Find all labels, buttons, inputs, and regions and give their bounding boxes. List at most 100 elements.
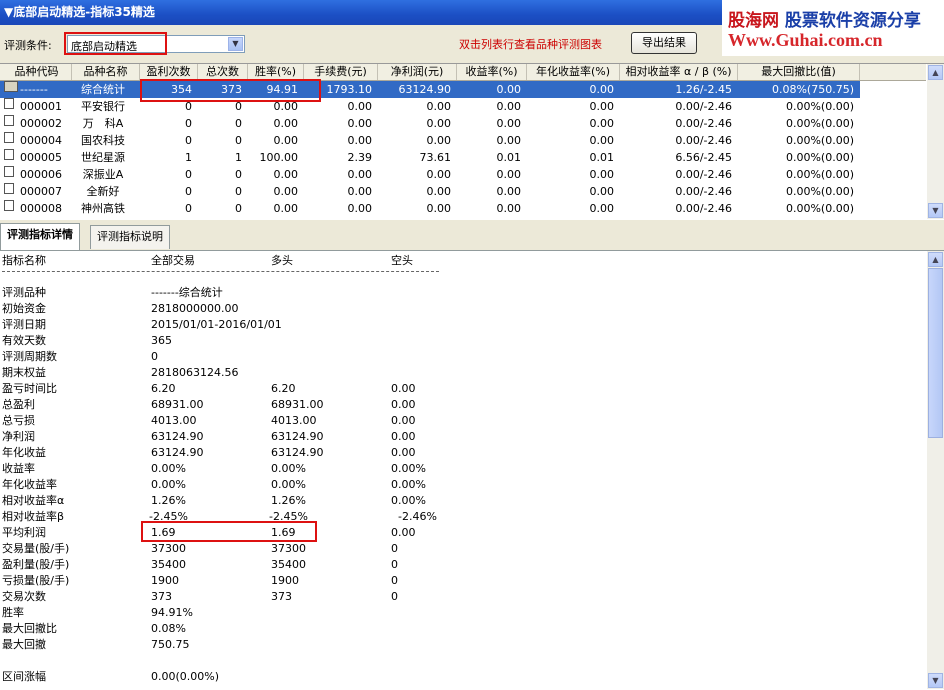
detail-header: 指标名称 全部交易 多头 空头 <box>2 254 413 267</box>
scroll-down-icon[interactable]: ▼ <box>928 673 943 688</box>
metric-value: 0.00% <box>151 462 186 475</box>
metric-name: 亏损量(股/手) <box>2 574 70 587</box>
table-row[interactable]: 000005 世纪星源 1 1 100.00 2.39 73.61 0.01 0.01 6.56/… <box>0 149 926 166</box>
table-cell: 全新好 <box>86 185 120 198</box>
table-cell: 万 科A <box>82 117 124 130</box>
metric-name: 净利润 <box>2 430 35 443</box>
table-cell: 0.00 <box>589 185 615 198</box>
metric-value: 1900 <box>151 574 179 587</box>
table-cell: 0.00/-2.46 <box>675 185 732 198</box>
table-cell: 0.00/-2.46 <box>675 100 732 113</box>
table-cell: 0.01 <box>589 151 615 164</box>
metric-value: 0.00% <box>391 494 426 507</box>
column-header[interactable]: 盈利次数 <box>140 64 198 80</box>
table-cell: 0.00 <box>347 168 373 181</box>
table-cell: 1.26/-2.45 <box>675 83 732 96</box>
detail-row: 年化收益 63124.90 63124.90 0.00 <box>0 445 926 461</box>
column-header[interactable]: 手续费(元) <box>304 64 378 80</box>
detail-row: 相对收益率β -2.45% -2.45% -2.46% <box>0 509 926 525</box>
metric-value: -2.46% <box>398 510 437 523</box>
column-header[interactable]: 品种代码 <box>2 64 72 80</box>
metric-value: 0 <box>391 590 398 603</box>
export-button[interactable]: 导出结果 <box>631 32 697 54</box>
table-cell: 0.00%(0.00) <box>785 151 854 164</box>
column-header[interactable]: 相对收益率 α / β (%) <box>620 64 738 80</box>
chevron-down-icon[interactable]: ▼ <box>228 37 243 51</box>
table-row[interactable]: 000004 国农科技 0 0 0.00 0.00 0.00 0.00 0.00 0.00/-2.… <box>0 132 926 149</box>
column-header[interactable]: 最大回撤比(值) <box>738 64 860 80</box>
column-header[interactable]: 胜率(%) <box>248 64 304 80</box>
table-cell: 000004 <box>20 134 62 147</box>
metric-value: 0 <box>391 542 398 555</box>
table-cell: 0.00 <box>426 168 452 181</box>
table-row-summary[interactable]: ------- 综合统计 354 373 94.91 1793.10 63124.90 0.0… <box>0 81 860 98</box>
detail-row: 最大回撤 750.75 <box>0 637 926 653</box>
table-row[interactable]: 000006 深振业A 0 0 0.00 0.00 0.00 0.00 0.00 0.00/-2.… <box>0 166 926 183</box>
highlight-box <box>64 32 167 55</box>
tab-metric-explanation[interactable]: 评测指标说明 <box>90 225 170 249</box>
metric-value: 373 <box>271 590 292 603</box>
detail-scrollbar[interactable]: ▲ ▼ <box>927 251 944 689</box>
detail-row: 交易量(股/手) 37300 37300 0 <box>0 541 926 557</box>
table-cell: 0.00 <box>273 168 299 181</box>
column-header[interactable]: 品种名称 <box>72 64 140 80</box>
table-cell: 000007 <box>20 185 62 198</box>
table-row[interactable]: 000002 万 科A 0 0 0.00 0.00 0.00 0.00 0.00 0.00/-2.… <box>0 115 926 132</box>
table-row[interactable]: 000008 神州高铁 0 0 0.00 0.00 0.00 0.00 0.00 0.00/-2.… <box>0 200 926 217</box>
column-header[interactable]: 总次数 <box>198 64 248 80</box>
table-cell: 0.00 <box>273 202 299 215</box>
highlight-box-avg-profit <box>141 521 317 542</box>
scroll-down-icon[interactable]: ▼ <box>928 203 943 218</box>
table-cell: 1 <box>185 151 192 164</box>
table-cell: 0.00%(0.00) <box>785 100 854 113</box>
metric-value: 63124.90 <box>151 430 204 443</box>
table-cell: 0.00 <box>496 83 522 96</box>
column-header[interactable]: 年化收益率(%) <box>527 64 620 80</box>
table-cell: 0 <box>185 117 192 130</box>
metric-value: 0.00% <box>271 478 306 491</box>
metric-value: 2818000000.00 <box>151 302 239 315</box>
table-scrollbar[interactable]: ▲ ▼ <box>927 64 944 219</box>
metric-value: 365 <box>151 334 172 347</box>
table-cell: 000006 <box>20 168 62 181</box>
table-cell: 0.00 <box>273 185 299 198</box>
table-cell: 0.00 <box>426 134 452 147</box>
table-cell: 0.00 <box>496 168 522 181</box>
metric-name: 相对收益率β <box>2 510 65 523</box>
metric-value: 2015/01/01-2016/01/01 <box>151 318 282 331</box>
document-icon <box>4 115 14 126</box>
metric-value: 1.26% <box>151 494 186 507</box>
tab-metric-details[interactable]: 评测指标详情 <box>0 223 80 250</box>
window-title: ▼底部启动精选-指标35精选 <box>4 5 155 19</box>
table-row[interactable]: 000007 全新好 0 0 0.00 0.00 0.00 0.00 0.00 0.00/-2.4… <box>0 183 926 200</box>
detail-row: 区间涨幅 0.00(0.00%) <box>0 669 926 685</box>
table-cell: 0 <box>235 202 242 215</box>
table-cell: 0.00 <box>426 117 452 130</box>
metric-name: 胜率 <box>2 606 24 619</box>
scroll-up-icon[interactable]: ▲ <box>928 65 943 80</box>
metric-name: 年化收益 <box>2 446 46 459</box>
table-cell: 000002 <box>20 117 62 130</box>
table-cell: 2.39 <box>347 151 373 164</box>
table-cell: 0.00 <box>426 185 452 198</box>
table-cell: 63124.90 <box>398 83 452 96</box>
table-cell: 0.00 <box>496 202 522 215</box>
highlight-box-summary <box>140 79 321 102</box>
scroll-up-icon[interactable]: ▲ <box>928 252 943 267</box>
column-header[interactable]: 收益率(%) <box>457 64 527 80</box>
table-cell: 000008 <box>20 202 62 215</box>
detail-row: 有效天数 365 <box>0 333 926 349</box>
table-cell: 0.00 <box>496 134 522 147</box>
column-header[interactable]: 净利润(元) <box>378 64 457 80</box>
document-icon <box>4 149 14 160</box>
metric-value: 1900 <box>271 574 299 587</box>
metric-value: 750.75 <box>151 638 190 651</box>
metric-name: 评测日期 <box>2 318 46 331</box>
table-cell: 0.00 <box>589 117 615 130</box>
table-row[interactable]: 000001 平安银行 0 0 0.00 0.00 0.00 0.00 0.00 0.00/-2.… <box>0 98 926 115</box>
table-cell: 0 <box>185 134 192 147</box>
scroll-thumb[interactable] <box>928 268 943 438</box>
metric-value: 0.00% <box>391 478 426 491</box>
detail-row: 总亏损 4013.00 4013.00 0.00 <box>0 413 926 429</box>
document-icon <box>4 183 14 194</box>
